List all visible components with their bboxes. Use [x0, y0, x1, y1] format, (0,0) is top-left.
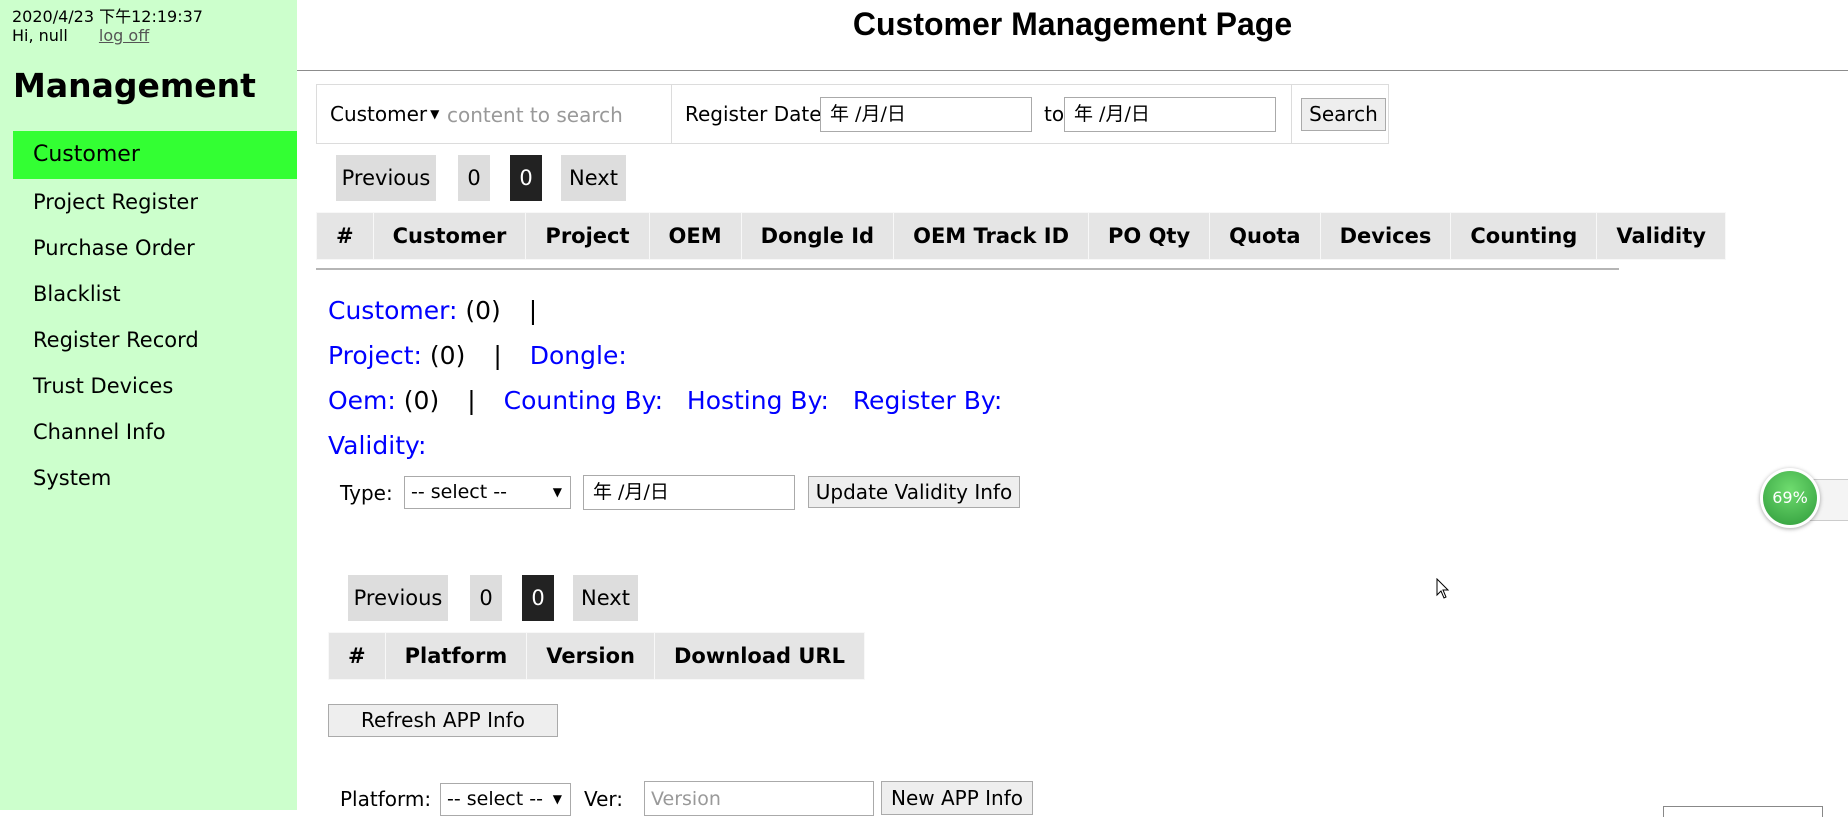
- sidebar-item-customer[interactable]: Customer: [13, 131, 297, 179]
- separator: |: [493, 341, 502, 370]
- network-monitor-widget[interactable]: ↑ ↓ 69%: [1760, 467, 1848, 531]
- platform-select-value: -- select --: [447, 788, 543, 810]
- sidebar-item-register-record[interactable]: Register Record: [13, 317, 297, 363]
- detail-validity-line: Validity:: [328, 431, 426, 460]
- sidebar-item-system[interactable]: System: [13, 455, 297, 501]
- widget-ring: 69%: [1760, 468, 1820, 528]
- user-info: Hi, null log off: [12, 26, 149, 45]
- register-by-label: Register By:: [852, 386, 1003, 415]
- partial-element: [1663, 806, 1823, 817]
- current-page-indicator[interactable]: 0: [510, 155, 542, 201]
- project-detail-label: Project:: [328, 341, 422, 370]
- mouse-cursor-icon: [1436, 578, 1450, 599]
- sidebar-nav: Customer Project Register Purchase Order…: [13, 131, 297, 501]
- validity-detail-label: Validity:: [328, 431, 427, 460]
- type-select-value: -- select --: [411, 481, 507, 503]
- app-info-table: # Platform Version Download URL: [328, 632, 865, 680]
- column-header-customer: Customer: [372, 212, 527, 260]
- caret-down-icon: ▼: [552, 792, 562, 806]
- register-date-label: Register Date: [685, 102, 822, 126]
- column-header-dongle-id: Dongle Id: [740, 212, 895, 260]
- logoff-link[interactable]: log off: [99, 26, 149, 45]
- page-number-button[interactable]: 0: [458, 155, 490, 201]
- date-range-cell: Register Date 年 /月/日 to 年 /月/日: [671, 84, 1292, 144]
- memory-usage-badge[interactable]: 69%: [1763, 471, 1817, 525]
- column-header-po-qty: PO Qty: [1088, 212, 1211, 260]
- column-header-index: #: [328, 632, 386, 680]
- project-count: (0): [421, 341, 466, 370]
- refresh-app-info-button[interactable]: Refresh APP Info: [328, 704, 558, 737]
- keyword-search-cell: Customer ▼: [316, 84, 672, 144]
- sidebar: 2020/4/23 下午12:19:37 Hi, null log off Ma…: [0, 0, 297, 810]
- oem-count: (0): [395, 386, 440, 415]
- previous-page-button[interactable]: Previous: [336, 155, 436, 201]
- column-header-oem: OEM: [648, 212, 742, 260]
- dongle-detail-label: Dongle:: [529, 341, 627, 370]
- counting-by-label: Counting By:: [503, 386, 664, 415]
- column-header-project: Project: [525, 212, 650, 260]
- type-label: Type:: [340, 481, 393, 505]
- date-to-input[interactable]: 年 /月/日: [1064, 97, 1276, 132]
- oem-detail-label: Oem:: [328, 386, 396, 415]
- sidebar-item-purchase-order[interactable]: Purchase Order: [13, 225, 297, 271]
- caret-down-icon: ▼: [552, 485, 562, 499]
- column-header-platform: Platform: [384, 632, 528, 680]
- separator: |: [528, 296, 538, 325]
- column-header-oem-track-id: OEM Track ID: [893, 212, 1090, 260]
- table-header-row: # Customer Project OEM Dongle Id OEM Tra…: [316, 212, 1726, 260]
- current-datetime: 2020/4/23 下午12:19:37: [12, 7, 203, 26]
- caret-down-icon: ▼: [430, 107, 440, 121]
- search-button[interactable]: Search: [1301, 98, 1386, 131]
- column-header-devices: Devices: [1319, 212, 1452, 260]
- platform-select[interactable]: -- select -- ▼: [440, 783, 571, 816]
- sidebar-item-trust-devices[interactable]: Trust Devices: [13, 363, 297, 409]
- customer-detail-label: Customer:: [328, 296, 458, 325]
- validity-date-input[interactable]: 年 /月/日: [583, 475, 795, 510]
- version-input[interactable]: [644, 781, 874, 816]
- detail-customer-line: Customer: (0) |: [328, 296, 565, 325]
- current-page-indicator[interactable]: 0: [522, 575, 554, 621]
- to-label: to: [1044, 102, 1065, 126]
- title-divider: [297, 70, 1848, 71]
- separator: |: [467, 386, 476, 415]
- sidebar-title: Management: [13, 66, 256, 105]
- column-header-validity: Validity: [1596, 212, 1726, 260]
- update-validity-button[interactable]: Update Validity Info: [808, 476, 1020, 508]
- search-input[interactable]: [445, 95, 664, 135]
- page-title: Customer Management Page: [852, 6, 1293, 42]
- previous-page-button[interactable]: Previous: [348, 575, 448, 621]
- customer-table: # Customer Project OEM Dongle Id OEM Tra…: [316, 212, 1726, 260]
- user-greeting: Hi, null: [12, 26, 68, 45]
- detail-project-line: Project: (0) | Dongle:: [328, 341, 627, 370]
- column-header-quota: Quota: [1209, 212, 1321, 260]
- column-header-download-url: Download URL: [654, 632, 865, 680]
- table-divider: [316, 268, 1619, 270]
- table-header-row: # Platform Version Download URL: [328, 632, 865, 680]
- type-select[interactable]: -- select -- ▼: [404, 476, 571, 509]
- hosting-by-label: Hosting By:: [686, 386, 829, 415]
- search-button-cell: Search: [1291, 84, 1389, 144]
- detail-oem-line: Oem: (0) | Counting By: Hosting By: Regist…: [328, 386, 1002, 415]
- column-header-index: #: [316, 212, 374, 260]
- date-from-input[interactable]: 年 /月/日: [820, 97, 1032, 132]
- search-field-value: Customer: [330, 102, 428, 126]
- column-header-counting: Counting: [1450, 212, 1598, 260]
- platform-label: Platform:: [340, 787, 432, 811]
- search-field-select[interactable]: Customer ▼: [330, 102, 439, 126]
- version-label: Ver:: [584, 787, 624, 811]
- column-header-version: Version: [526, 632, 655, 680]
- sidebar-item-channel-info[interactable]: Channel Info: [13, 409, 297, 455]
- next-page-button[interactable]: Next: [573, 575, 638, 621]
- customer-count: (0): [457, 296, 501, 325]
- page-number-button[interactable]: 0: [470, 575, 502, 621]
- next-page-button[interactable]: Next: [561, 155, 626, 201]
- sidebar-item-blacklist[interactable]: Blacklist: [13, 271, 297, 317]
- sidebar-item-project-register[interactable]: Project Register: [13, 179, 297, 225]
